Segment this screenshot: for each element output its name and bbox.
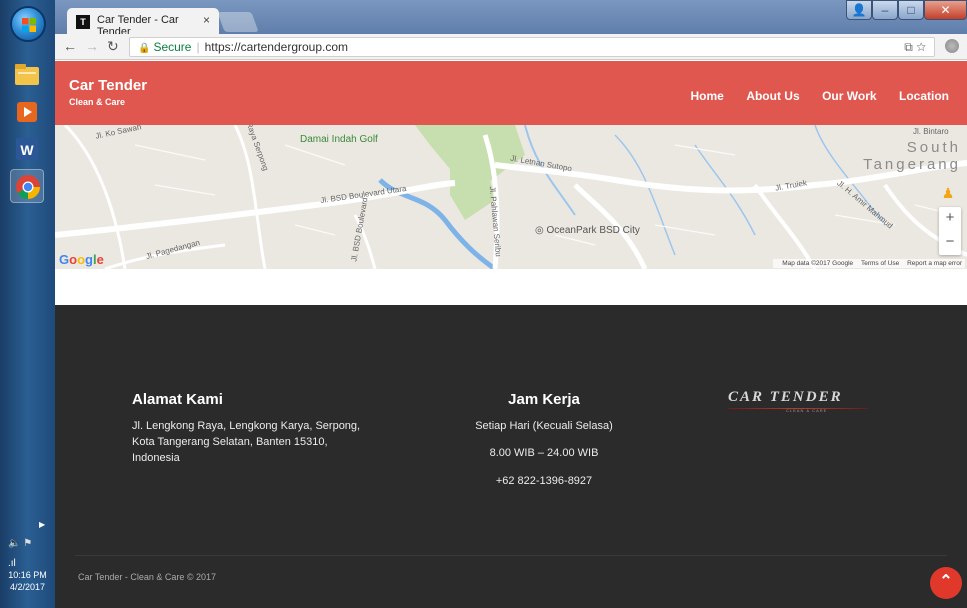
- signal-icon[interactable]: .ıl: [8, 558, 16, 569]
- nav-location[interactable]: Location: [899, 89, 949, 103]
- site-favicon-icon: T: [76, 15, 90, 29]
- nav-about-us[interactable]: About Us: [746, 89, 799, 103]
- address-title: Alamat Kami: [132, 391, 223, 408]
- site-header: Car Tender Clean & Care Home About Us Ou…: [55, 61, 967, 125]
- lock-icon: 🔒: [138, 43, 151, 54]
- map-zoom-control: + −: [939, 207, 961, 255]
- browser-toolbar: ← → ↻ 🔒 Secure | https://cartendergroup.com…: [55, 34, 967, 60]
- network-icon[interactable]: ⚑: [23, 538, 32, 549]
- address-line-1: Jl. Lengkong Raya, Lengkong Karya, Serpo…: [132, 420, 361, 432]
- street-view-pegman-icon[interactable]: ♟: [939, 185, 957, 203]
- phone-number[interactable]: +62 822-1396-8927: [444, 474, 644, 489]
- volume-icon[interactable]: 🔈: [8, 538, 20, 549]
- map-terms-link[interactable]: Terms of Use: [861, 260, 899, 267]
- system-tray: ▶ 🔈 ⚑ .ıl 10:16 PM 4/2/2017: [0, 518, 55, 608]
- media-player-taskbar-icon[interactable]: [10, 95, 44, 129]
- clock-date[interactable]: 4/2/2017: [0, 582, 55, 592]
- map-report-link[interactable]: Report a map error: [907, 260, 962, 267]
- map-label: Jl. Bintaro: [913, 127, 949, 136]
- address-line-2: Kota Tangerang Selatan, Banten 15310,: [132, 436, 328, 448]
- map-attribution: Map data ©2017 Google Terms of Use Repor…: [773, 259, 965, 268]
- zoom-in-button[interactable]: +: [939, 207, 961, 231]
- svg-text:W: W: [20, 142, 34, 158]
- browser-window: T Car Tender - Car Tender × 👤 – □ ✕ ← → …: [55, 0, 967, 608]
- extension-icon[interactable]: [945, 39, 959, 53]
- web-page: Car Tender Clean & Care Home About Us Ou…: [55, 61, 967, 608]
- copyright-text: Car Tender - Clean & Care © 2017: [78, 572, 217, 582]
- windows-taskbar: W ▶ 🔈 ⚑ .ıl 10:16 PM 4/2/2017: [0, 0, 55, 608]
- browser-titlebar: T Car Tender - Car Tender × 👤 – □ ✕: [55, 0, 967, 38]
- hours-time: 8.00 WIB – 24.00 WIB: [489, 447, 599, 459]
- scroll-to-top-button[interactable]: ⌃: [930, 567, 962, 599]
- windows-logo-icon: [22, 18, 36, 32]
- close-window-button[interactable]: ✕: [924, 0, 967, 20]
- browser-tab[interactable]: T Car Tender - Car Tender ×: [67, 8, 219, 38]
- zoom-out-button[interactable]: −: [939, 231, 961, 255]
- file-explorer-taskbar-icon[interactable]: [10, 58, 44, 92]
- profile-button[interactable]: 👤: [846, 0, 872, 20]
- footer-logo: CAR TENDER CLEAN & CARE: [728, 389, 878, 421]
- brand-subtitle: Clean & Care: [69, 97, 126, 107]
- bookmark-star-icon[interactable]: ☆: [916, 40, 926, 54]
- logo-text: CAR TENDER: [728, 389, 843, 405]
- reload-icon[interactable]: ↻: [107, 38, 119, 55]
- footer-divider: [75, 555, 947, 556]
- oceanpark-label: OceanPark BSD City: [546, 225, 640, 236]
- secure-label: Secure: [153, 40, 192, 54]
- map-poi-golf[interactable]: Damai Indah Golf: [300, 134, 378, 145]
- word-taskbar-icon[interactable]: W: [10, 132, 44, 166]
- google-logo[interactable]: Google: [59, 252, 104, 267]
- nav-home[interactable]: Home: [691, 89, 724, 103]
- google-map[interactable]: Jl. Ko Sawah Jl. Raya Serpong Damai Inda…: [55, 125, 967, 269]
- back-icon[interactable]: ←: [63, 38, 77, 54]
- hours-days: Setiap Hari (Kecuali Selasa): [475, 420, 613, 432]
- hours-title: Jam Kerja: [508, 391, 580, 408]
- map-region-label: South Tangerang: [863, 139, 961, 173]
- translate-icon[interactable]: ⧉: [904, 40, 913, 54]
- site-footer: Alamat Kami Jl. Lengkong Raya, Lengkong …: [55, 305, 967, 608]
- omnibox-icons: ⧉ ☆: [904, 40, 926, 55]
- chrome-taskbar-icon[interactable]: [10, 169, 44, 203]
- minimize-button[interactable]: –: [872, 0, 898, 20]
- main-nav: Home About Us Our Work Location: [673, 87, 949, 105]
- region-line-2: Tangerang: [863, 156, 961, 173]
- map-poi-oceanpark[interactable]: ◎ OceanPark BSD City: [535, 225, 640, 236]
- separator: |: [196, 40, 200, 54]
- close-tab-icon[interactable]: ×: [203, 13, 210, 27]
- map-data-credit: Map data ©2017 Google: [782, 260, 854, 267]
- maximize-button[interactable]: □: [898, 0, 924, 20]
- clock-time[interactable]: 10:16 PM: [0, 570, 55, 580]
- forward-icon[interactable]: →: [85, 38, 99, 54]
- brand-title[interactable]: Car Tender: [69, 77, 147, 94]
- nav-our-work[interactable]: Our Work: [822, 89, 876, 103]
- region-line-1: South: [906, 139, 961, 156]
- window-controls: 👤 – □ ✕: [794, 0, 967, 20]
- new-tab-button[interactable]: [217, 12, 259, 32]
- start-button[interactable]: [10, 6, 46, 42]
- tray-icons: 🔈 ⚑: [8, 538, 32, 549]
- logo-sub: CLEAN & CARE: [786, 408, 828, 413]
- url-text[interactable]: https://cartendergroup.com: [205, 40, 348, 54]
- address-bar[interactable]: 🔒 Secure | https://cartendergroup.com ⧉ ☆: [129, 37, 935, 57]
- address-line-3: Indonesia: [132, 452, 180, 464]
- show-hidden-icons-icon[interactable]: ▶: [39, 520, 45, 529]
